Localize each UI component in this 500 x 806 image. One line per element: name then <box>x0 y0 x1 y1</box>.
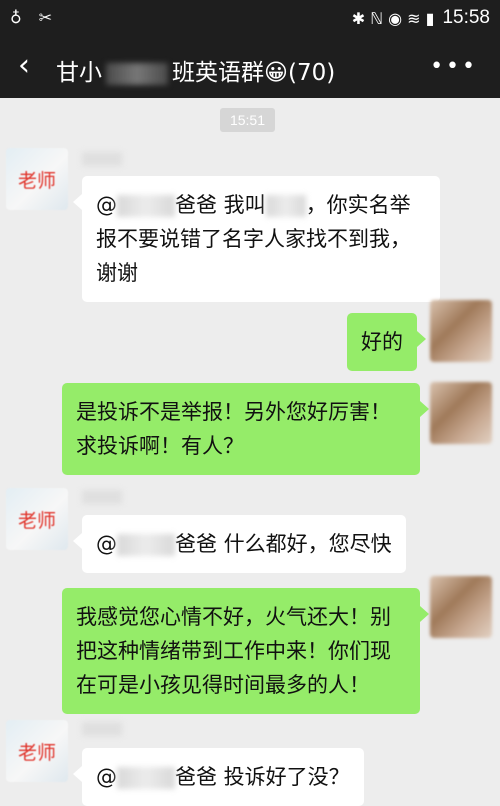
teacher-avatar[interactable]: 老师 <box>6 488 68 550</box>
message-bubble[interactable]: 我感觉您心情不好，火气还大！别把这种情绪带到工作中来！你们现在可是小孩见得时间最… <box>62 588 429 714</box>
message-bubble[interactable]: 好的 <box>347 313 426 371</box>
title-prefix: 甘小 <box>56 60 102 86</box>
message-text: 是投诉不是举报！另外您好厉害！求投诉啊！有人？ <box>76 400 391 458</box>
teacher-label: 老师 <box>18 510 57 532</box>
message-text: 爸爸 我叫 <box>175 193 266 217</box>
sender-name-blurred <box>82 722 122 736</box>
sender-name-blurred <box>82 490 122 504</box>
message-bubble[interactable]: 是投诉不是举报！另外您好厉害！求投诉啊！有人？ <box>62 383 429 475</box>
clock: 15:58 <box>442 7 490 28</box>
mention-at: @ <box>96 532 117 556</box>
more-icon[interactable]: ••• <box>430 54 478 79</box>
status-bar: ♁ ✂ ✱ ℕ ◉ ≋ ▮ 15:58 <box>0 0 500 38</box>
my-avatar[interactable] <box>430 382 492 444</box>
my-avatar[interactable] <box>430 576 492 638</box>
message-timestamp: 15:51 <box>220 108 275 132</box>
mention-at: @ <box>96 193 117 217</box>
teacher-label: 老师 <box>18 170 57 192</box>
sender-name-blurred <box>82 152 122 166</box>
teacher-avatar[interactable]: 老师 <box>6 720 68 782</box>
message-bubble[interactable]: @ 爸爸 投诉好了没？ <box>73 748 364 806</box>
chat-header: ‹ 甘小 班英语群😀(70) ••• <box>0 38 500 98</box>
message-bubble[interactable]: @ 爸爸 我叫 ，你实名举报不要说错了名字人家找不到我，谢谢 <box>73 176 440 302</box>
my-avatar[interactable] <box>430 300 492 362</box>
blurred-name <box>106 62 168 85</box>
chat-title: 甘小 班英语群😀(70) <box>56 53 335 87</box>
teacher-avatar[interactable]: 老师 <box>6 148 68 210</box>
redacted-name <box>117 195 175 217</box>
message-text: 好的 <box>361 330 403 354</box>
back-arrow-icon[interactable]: ‹ <box>18 48 30 83</box>
teacher-label: 老师 <box>18 742 57 764</box>
mention-at: @ <box>96 765 117 789</box>
redacted-name <box>117 767 175 789</box>
title-suffix: 班英语群😀(70) <box>172 60 336 86</box>
redacted-name <box>265 195 306 217</box>
message-text: 我感觉您心情不好，火气还大！别把这种情绪带到工作中来！你们现在可是小孩见得时间最… <box>76 605 391 697</box>
message-text: 爸爸 什么都好，您尽快 <box>175 532 392 556</box>
system-icons: ✱ ℕ ◉ ≋ ▮ <box>351 8 435 28</box>
message-text: 爸爸 投诉好了没？ <box>175 765 350 789</box>
notification-icons: ♁ ✂ <box>10 8 59 27</box>
redacted-name <box>117 534 175 556</box>
message-bubble[interactable]: @ 爸爸 什么都好，您尽快 <box>73 515 406 573</box>
status-right: ✱ ℕ ◉ ≋ ▮ 15:58 <box>352 7 490 29</box>
